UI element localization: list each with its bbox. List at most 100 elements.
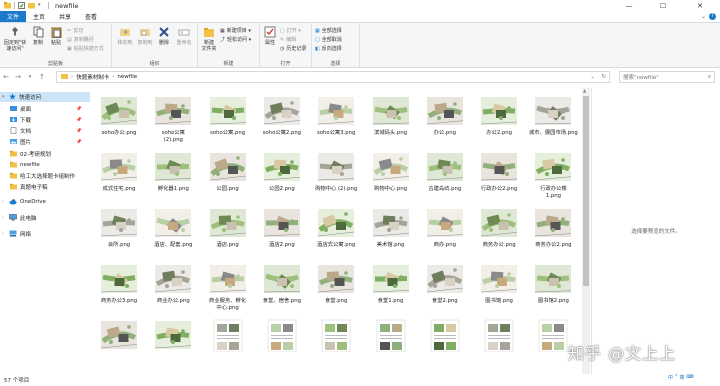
tab-share[interactable]: 共享 — [52, 11, 78, 22]
file-item[interactable] — [203, 318, 253, 372]
tab-file[interactable]: 文件 — [0, 11, 27, 22]
properties-button[interactable]: 属性 — [262, 26, 278, 46]
select-all-button[interactable]: ▦ 全部选择 — [315, 27, 342, 35]
nav-item[interactable]: 下载 📌 — [0, 115, 90, 125]
new-item-button[interactable]: ▦ 新建项目 ▾ — [220, 27, 251, 35]
file-item[interactable] — [257, 318, 307, 372]
expand-chevron-icon[interactable]: ▾ — [2, 94, 6, 100]
nav-item[interactable]: › 网络 — [0, 229, 90, 239]
edit-button[interactable]: ✎ 编辑 — [280, 36, 296, 44]
file-item[interactable]: 食堂、宿舍.png — [257, 262, 307, 316]
file-item[interactable]: 滨城码头.png — [366, 94, 416, 148]
nav-item[interactable]: newfile — [0, 160, 90, 170]
file-item[interactable] — [366, 318, 416, 372]
scrollbar-thumb[interactable] — [583, 96, 589, 286]
nav-item[interactable]: 文档 📌 — [0, 126, 90, 136]
nav-item[interactable]: ▾ 快速访问 — [0, 92, 90, 102]
tab-home[interactable]: 主页 — [26, 11, 52, 22]
file-item[interactable]: soho公寓3.png — [311, 94, 361, 148]
ime-simplified[interactable]: 简 — [680, 374, 685, 381]
file-item[interactable]: soho公寓.png — [203, 94, 253, 148]
cut-button[interactable]: ✂ 剪切 — [67, 27, 83, 35]
ime-punctuation[interactable]: ° — [675, 374, 678, 380]
file-item[interactable] — [94, 318, 144, 372]
delete-button[interactable]: 删除 — [156, 26, 172, 46]
up-arrow-icon[interactable]: ↑ — [36, 73, 48, 81]
file-item[interactable]: 食堂1.png — [366, 262, 416, 316]
file-item[interactable]: soho公寓2.png — [257, 94, 307, 148]
invert-selection-button[interactable]: ◧ 反向选择 — [315, 45, 342, 53]
rename-button[interactable]: 重命名 — [174, 26, 194, 46]
keyboard-icon[interactable]: ⌨ — [687, 374, 694, 380]
file-item[interactable]: 行政办公2.png — [474, 150, 524, 204]
file-item[interactable] — [474, 318, 524, 372]
file-item[interactable]: 古建岛屿.png — [420, 150, 470, 204]
tab-view[interactable]: 查看 — [78, 11, 104, 22]
file-item[interactable]: 商务办公.png — [474, 206, 524, 260]
search-input[interactable]: 搜索"newfile" ⌕ — [619, 71, 715, 83]
file-item[interactable] — [148, 318, 198, 372]
file-item[interactable] — [311, 318, 361, 372]
file-item[interactable]: soho办公.png — [94, 94, 144, 148]
file-item[interactable]: soho公寓 (2).png — [148, 94, 198, 148]
copy-path-button[interactable]: ▤ 复制路径 — [67, 36, 94, 44]
file-item[interactable]: 酒店式公寓.png — [311, 206, 361, 260]
file-item[interactable]: 图书馆.png — [474, 262, 524, 316]
file-item[interactable]: 商业办公.png — [148, 262, 198, 316]
chevron-down-icon[interactable]: ⌄ — [590, 74, 595, 80]
file-item[interactable]: 酒店、配套.png — [148, 206, 198, 260]
file-item[interactable]: 食堂.png — [311, 262, 361, 316]
chevron-down-icon[interactable]: ▾ — [38, 2, 45, 9]
refresh-icon[interactable]: ↻ — [601, 74, 606, 80]
nav-item[interactable]: › OneDrive — [0, 197, 90, 207]
help-icon[interactable]: ? — [709, 13, 716, 20]
paste-shortcut-button[interactable]: ▣ 粘贴快捷方式 — [67, 45, 104, 53]
expand-chevron-icon[interactable]: › — [2, 215, 6, 221]
expand-chevron-icon[interactable]: › — [2, 199, 6, 205]
nav-item[interactable]: 图片 📌 — [0, 137, 90, 147]
vertical-scrollbar[interactable]: ▲ — [582, 88, 590, 374]
scroll-up-icon[interactable]: ▲ — [583, 88, 586, 93]
properties-icon[interactable] — [18, 2, 25, 9]
file-item[interactable]: 成式住宅.png — [94, 150, 144, 204]
ime-mode-chinese[interactable]: 中 — [668, 374, 673, 381]
breadcrumb-item[interactable]: newfile — [117, 74, 137, 80]
maximize-button[interactable]: ☐ — [650, 0, 676, 11]
file-item[interactable]: 商业服务、孵化 中心.png — [203, 262, 253, 316]
file-item[interactable]: 行政办公楼 1.png — [528, 150, 578, 204]
chevron-down-icon[interactable]: ⌄ — [701, 13, 706, 20]
file-item[interactable]: 商务办公3.png — [94, 262, 144, 316]
back-arrow-icon[interactable]: ← — [0, 73, 12, 81]
recent-locations-chevron-icon[interactable]: ▾ — [24, 74, 36, 80]
easy-access-button[interactable]: ⤴ 轻松访问 ▾ — [220, 36, 251, 43]
expand-chevron-icon[interactable]: › — [2, 231, 6, 237]
select-none-button[interactable]: ▢ 全部取消 — [315, 36, 342, 44]
file-item[interactable]: 酒店2.png — [257, 206, 307, 260]
close-button[interactable]: ✕ — [687, 0, 713, 11]
file-item[interactable] — [420, 318, 470, 372]
history-button[interactable]: ◷ 历史记录 — [280, 45, 306, 53]
pin-quick-access-button[interactable]: 固定到"快速访问" — [3, 26, 27, 52]
file-item[interactable]: 购物中心 (2).png — [311, 150, 361, 204]
file-item[interactable]: 孵化器1.png — [148, 150, 198, 204]
file-item[interactable]: 会所.png — [94, 206, 144, 260]
address-bar[interactable]: › 快题素材制卡 › newfile ⌄ ↻ — [56, 71, 610, 83]
file-item[interactable]: 商办.png — [420, 206, 470, 260]
file-item[interactable]: 办公.png — [420, 94, 470, 148]
nav-item[interactable]: 真题电子稿 — [0, 182, 90, 192]
open-button[interactable]: ▢ 打开 ▾ — [280, 27, 301, 35]
move-to-button[interactable]: 移动到 — [116, 26, 134, 46]
file-item[interactable]: 商务办公2.png — [528, 206, 578, 260]
nav-item[interactable]: › 此电脑 — [0, 213, 90, 223]
file-item[interactable]: 图书馆2.png — [528, 262, 578, 316]
file-item[interactable]: 办公2.png — [474, 94, 524, 148]
file-item[interactable]: 酒店.png — [203, 206, 253, 260]
new-folder-button[interactable]: 新建 文件夹 — [200, 26, 218, 52]
nav-item[interactable]: 哈工大选择题卡组制作 — [0, 171, 90, 181]
nav-item[interactable]: 02-考研规划 — [0, 149, 90, 159]
new-folder-icon[interactable] — [28, 2, 35, 9]
file-item[interactable]: 购物中心.png — [366, 150, 416, 204]
copy-to-button[interactable]: 复制到 — [136, 26, 154, 46]
minimize-button[interactable]: — — [616, 0, 642, 11]
copy-button[interactable]: 复制 — [31, 26, 45, 46]
